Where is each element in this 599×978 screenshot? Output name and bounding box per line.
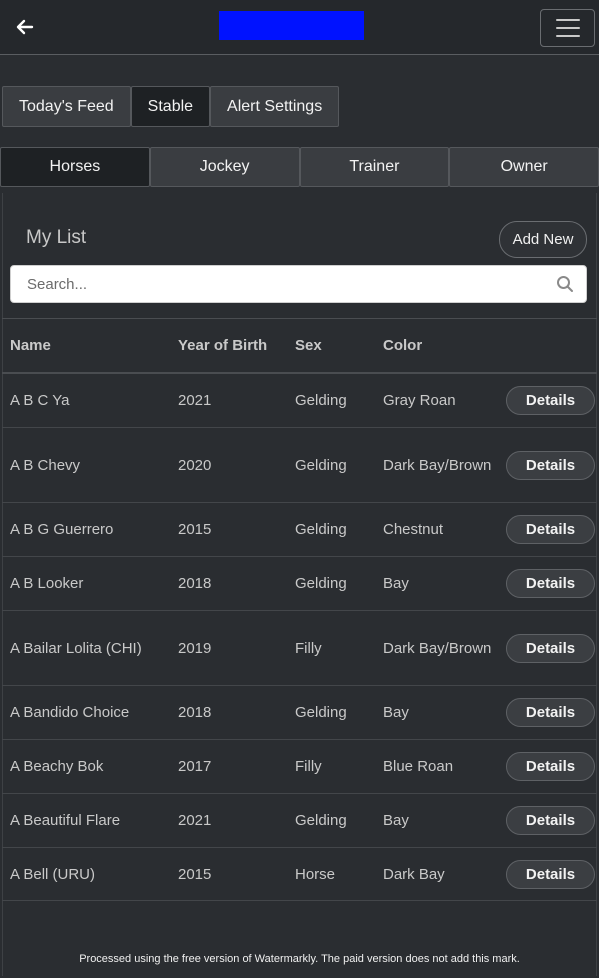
brand-logo[interactable] bbox=[219, 11, 364, 40]
list-title: My List bbox=[26, 227, 87, 248]
add-new-button[interactable]: Add New bbox=[499, 221, 587, 258]
cell-sex: Horse bbox=[295, 865, 336, 883]
cell-color: Bay bbox=[383, 575, 409, 592]
table-row: A Bell (URU) 2015 Horse Dark Bay Details bbox=[2, 848, 597, 901]
table-row: A B Looker 2018 Gelding Bay Details bbox=[2, 557, 597, 611]
table-row: A B G Guerrero 2015 Gelding Chestnut Details bbox=[2, 503, 597, 557]
cell-sex: Gelding bbox=[295, 704, 347, 721]
table-body: A B C Ya 2021 Gelding Gray Roan Details A B C… bbox=[2, 374, 597, 901]
cell-name: A Beautiful Flare bbox=[10, 812, 121, 829]
table-row: A Bailar Lolita (CHI) 2019 Filly Dark Bay/B… bbox=[2, 611, 597, 686]
subtab-trainer[interactable]: Trainer bbox=[299, 147, 450, 187]
cell-color: Gray Roan bbox=[383, 392, 456, 409]
cell-sex: Gelding bbox=[295, 521, 347, 538]
cell-color: Chestnut bbox=[383, 521, 444, 538]
column-header-name[interactable]: Name bbox=[2, 337, 178, 354]
cell-name: A Beachy Bok bbox=[10, 758, 104, 775]
subtab-owner[interactable]: Owner bbox=[449, 147, 599, 187]
details-button[interactable]: Details bbox=[506, 752, 595, 781]
cell-color: Bay bbox=[383, 704, 409, 721]
subtab-jockey[interactable]: Jockey bbox=[149, 147, 300, 187]
cell-year: 2018 bbox=[178, 575, 212, 592]
cell-year: 2021 bbox=[178, 392, 212, 409]
table-row: A B C Ya 2021 Gelding Gray Roan Details bbox=[2, 374, 597, 428]
cell-sex: Filly bbox=[295, 639, 322, 657]
arrow-left-icon bbox=[16, 19, 34, 35]
details-button[interactable]: Details bbox=[506, 386, 595, 415]
cell-color: Dark Bay/Brown bbox=[383, 456, 492, 474]
cell-year: 2020 bbox=[178, 456, 212, 474]
details-button[interactable]: Details bbox=[506, 633, 595, 663]
table-row: A B Chevy 2020 Gelding Dark Bay/Brown Detail… bbox=[2, 428, 597, 503]
menu-button[interactable] bbox=[540, 9, 595, 47]
back-button[interactable] bbox=[12, 14, 38, 40]
details-button[interactable]: Details bbox=[506, 515, 595, 544]
details-button[interactable]: Details bbox=[506, 569, 595, 598]
subtab-horses[interactable]: Horses bbox=[0, 147, 150, 187]
tab-todays-feed[interactable]: Today's Feed bbox=[2, 86, 131, 127]
sub-tabs: Horses Jockey Trainer Owner bbox=[0, 147, 599, 187]
cell-name: A B Chevy bbox=[10, 456, 81, 474]
cell-sex: Gelding bbox=[295, 575, 347, 592]
details-button[interactable]: Details bbox=[506, 859, 595, 889]
column-header-sex[interactable]: Sex bbox=[295, 337, 383, 354]
top-bar bbox=[0, 0, 599, 55]
cell-year: 2017 bbox=[178, 758, 212, 775]
cell-sex: Filly bbox=[295, 758, 322, 775]
column-header-color[interactable]: Color bbox=[383, 334, 498, 357]
table-header: Name Year of Birth Sex Color bbox=[2, 319, 597, 374]
cell-name: A B G Guerrero bbox=[10, 521, 114, 538]
watermark-note: Processed using the free version of Wate… bbox=[79, 953, 520, 965]
tab-stable[interactable]: Stable bbox=[130, 86, 211, 127]
cell-sex: Gelding bbox=[295, 392, 347, 409]
table-row: A Beachy Bok 2017 Filly Blue Roan Details bbox=[2, 740, 597, 794]
search-box bbox=[10, 265, 587, 303]
details-button[interactable]: Details bbox=[506, 698, 595, 727]
column-header-year[interactable]: Year of Birth bbox=[178, 337, 295, 354]
cell-year: 2015 bbox=[178, 521, 212, 538]
cell-color: Bay bbox=[383, 812, 409, 829]
cell-color: Dark Bay bbox=[383, 865, 445, 883]
cell-sex: Gelding bbox=[295, 812, 347, 829]
cell-name: A B Looker bbox=[10, 575, 84, 592]
search-icon[interactable] bbox=[556, 275, 574, 293]
table-row: A Bandido Choice 2018 Gelding Bay Details bbox=[2, 686, 597, 740]
tab-alert-settings[interactable]: Alert Settings bbox=[210, 86, 340, 127]
details-button[interactable]: Details bbox=[506, 806, 595, 835]
cell-name: A Bandido Choice bbox=[10, 704, 130, 721]
cell-year: 2019 bbox=[178, 639, 212, 657]
cell-sex: Gelding bbox=[295, 456, 347, 474]
cell-color: Blue Roan bbox=[383, 758, 454, 775]
hamburger-menu-icon bbox=[555, 19, 580, 21]
cell-year: 2021 bbox=[178, 812, 212, 829]
table-row: A Beautiful Flare 2021 Gelding Bay Details bbox=[2, 794, 597, 848]
cell-name: A Bailar Lolita (CHI) bbox=[10, 639, 142, 657]
cell-name: A Bell (URU) bbox=[10, 865, 96, 883]
cell-color: Dark Bay/Brown bbox=[383, 639, 492, 657]
horses-table: Name Year of Birth Sex Color A B C Ya 202… bbox=[2, 318, 597, 901]
cell-year: 2018 bbox=[178, 704, 212, 721]
search-input[interactable] bbox=[11, 266, 551, 302]
cell-name: A B C Ya bbox=[10, 392, 70, 409]
details-button[interactable]: Details bbox=[506, 450, 595, 480]
main-tabs: Today's Feed Stable Alert Settings bbox=[2, 86, 340, 127]
cell-year: 2015 bbox=[178, 865, 212, 883]
